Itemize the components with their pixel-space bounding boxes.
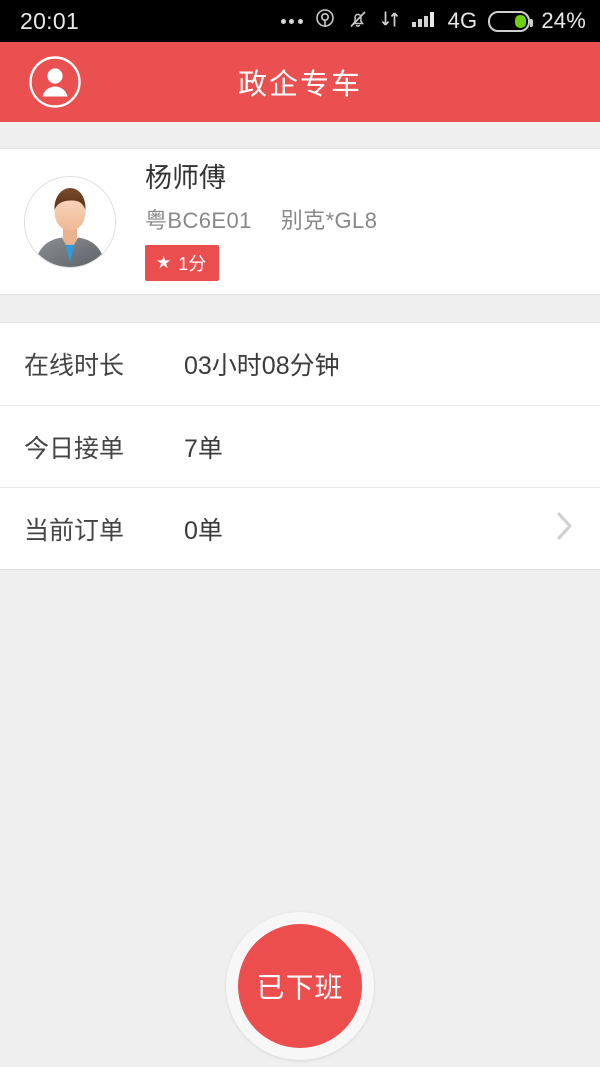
driver-info: 杨师傅 粤BC6E01 别克*GL8 ★ 1分: [145, 162, 377, 281]
chevron-right-icon[interactable]: [554, 509, 576, 548]
mute-bell-icon: [347, 8, 369, 35]
online-duration-value: 03小时08分钟: [184, 352, 340, 380]
data-transfer-icon: [380, 8, 400, 35]
section-spacer: [0, 295, 600, 322]
driver-profile-card[interactable]: 杨师傅 粤BC6E01 别克*GL8 ★ 1分: [0, 148, 600, 295]
battery-icon: [488, 10, 534, 32]
list-item: 今日接单 7单: [0, 405, 600, 487]
today-orders-value: 7单: [184, 434, 223, 463]
header-spacer: [0, 122, 600, 148]
rating-value: 1分: [178, 253, 207, 274]
network-type-label: 4G: [447, 8, 478, 33]
phone-screen: 20:01 4G 24% 政企专车 杨师傅 粤BC6E01 别克*GL8 ★ 1…: [0, 0, 600, 1067]
vehicle-info: 粤BC6E01 别克*GL8: [145, 203, 377, 235]
rating-badge: ★ 1分: [145, 244, 220, 281]
app-header: 政企专车: [0, 42, 600, 122]
signal-bars-icon: [411, 8, 437, 35]
today-orders-label: 今日接单: [24, 434, 125, 463]
duty-button-area: 已下班: [0, 912, 600, 1060]
list-item: 在线时长 03小时08分钟: [0, 323, 600, 405]
off-duty-button[interactable]: 已下班: [238, 924, 362, 1048]
location-icon: [314, 8, 336, 35]
license-plate: 粤BC6E01: [145, 207, 252, 233]
star-icon: ★: [156, 253, 172, 273]
vehicle-model: 别克*GL8: [280, 207, 378, 233]
battery-percent-label: 24%: [541, 8, 586, 33]
status-icons: 4G 24%: [280, 8, 586, 35]
driver-name: 杨师傅: [145, 163, 226, 194]
stats-list: 在线时长 03小时08分钟 今日接单 7单 当前订单 0单: [0, 322, 600, 570]
list-item[interactable]: 当前订单 0单: [0, 487, 600, 569]
more-dots-icon: [280, 18, 303, 24]
status-bar: 20:01 4G 24%: [0, 0, 600, 42]
duty-button-ring: 已下班: [226, 912, 374, 1060]
status-time: 20:01: [20, 7, 80, 34]
current-orders-value: 0单: [184, 516, 223, 545]
online-duration-label: 在线时长: [24, 352, 125, 380]
page-title: 政企专车: [237, 69, 362, 101]
driver-avatar: [24, 175, 116, 268]
current-orders-label: 当前订单: [24, 516, 125, 545]
user-circle-icon[interactable]: [28, 55, 82, 109]
